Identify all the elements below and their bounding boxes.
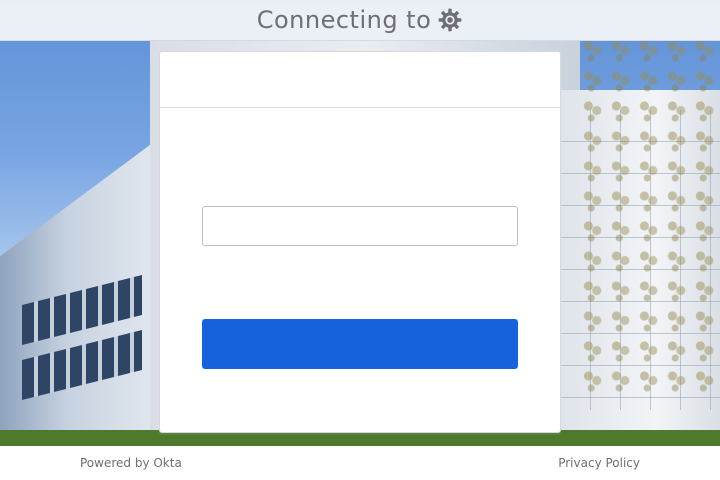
powered-by-okta-link[interactable]: Powered by Okta xyxy=(80,456,182,470)
connecting-title: Connecting to xyxy=(257,6,464,34)
footer: Powered by Okta Privacy Policy xyxy=(0,446,720,480)
top-header-bar: Connecting to xyxy=(0,0,720,41)
card-header xyxy=(160,52,560,108)
gear-icon xyxy=(438,8,462,32)
tree-branches xyxy=(580,40,720,400)
username-input[interactable] xyxy=(202,206,518,246)
login-card xyxy=(159,51,561,433)
privacy-policy-link[interactable]: Privacy Policy xyxy=(558,456,640,470)
sign-in-button[interactable] xyxy=(202,319,518,369)
connecting-label: Connecting to xyxy=(256,6,432,34)
okta-login-page: Connecting to Powered by Okta Privacy Po… xyxy=(0,0,720,480)
